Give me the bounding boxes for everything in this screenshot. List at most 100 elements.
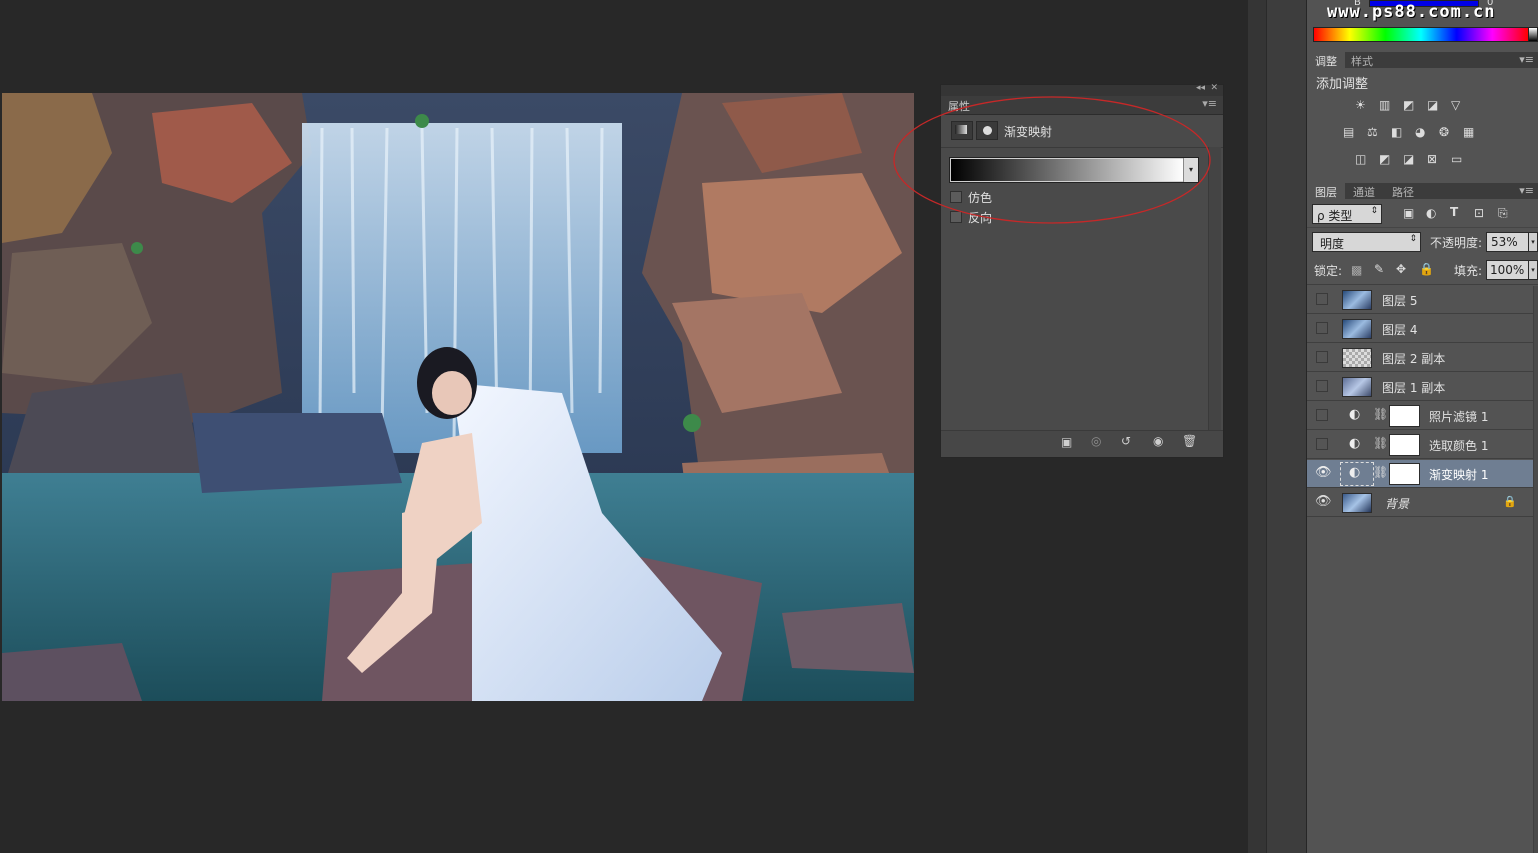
color-panel: B 0 www.ps88.com.cn [1307, 0, 1538, 46]
panel-menu-icon[interactable]: ▾≡ [1519, 53, 1534, 66]
eye-icon[interactable]: 👁 [1315, 494, 1332, 509]
layer-filter-select[interactable]: ρ 类型 ⇕ [1312, 204, 1382, 224]
layer-mask-thumbnail[interactable] [1389, 463, 1420, 485]
layer-mask-thumbnail[interactable] [1389, 405, 1420, 427]
layer-thumbnail [1342, 290, 1372, 310]
adjustment-icons-row-2: ▤ ⚖ ◧ ◕ ❂ ▦ [1343, 125, 1483, 141]
updown-icon: ⇕ [1370, 206, 1378, 216]
filter-smart-object-icon[interactable]: ⎘ [1498, 206, 1508, 221]
link-icon[interactable]: ⛓ [1373, 436, 1388, 450]
layer-row-background[interactable]: 👁 背景 🔒 [1307, 489, 1533, 517]
visibility-toggle[interactable] [1316, 380, 1328, 392]
fill-value: 100% [1490, 263, 1525, 277]
layer-name: 背景 [1385, 497, 1410, 511]
layer-name: 照片滤镜 1 [1429, 410, 1489, 424]
tab-paths[interactable]: 路径 [1392, 184, 1414, 200]
layers-list: 图层 5 图层 4 图层 2 副本 图层 1 副本 ◐ ⛓ 照片滤镜 1 ◐ ⛓… [1307, 286, 1533, 526]
filter-adjustment-icon[interactable]: ◐ [1426, 206, 1436, 220]
bw-ramp[interactable] [1528, 27, 1538, 42]
hue-saturation-icon[interactable]: ▤ [1343, 125, 1358, 139]
layer-row-gradient-map[interactable]: 👁 ◐ ⛓ 渐变映射 1 [1307, 460, 1533, 488]
layer-row-4[interactable]: 图层 4 [1307, 315, 1533, 343]
lock-transparency-icon[interactable]: ▩ [1351, 263, 1362, 277]
tab-layers[interactable]: 图层 [1315, 184, 1337, 200]
watermark-text: www.ps88.com.cn [1327, 2, 1496, 22]
layer-row-5[interactable]: 图层 5 [1307, 286, 1533, 314]
opacity-value: 53% [1491, 235, 1518, 249]
adjustment-layer-icon: ◐ [1349, 407, 1361, 422]
lock-label: 锁定: [1314, 264, 1343, 278]
tab-styles[interactable]: 样式 [1351, 53, 1373, 69]
filter-kind-label: ρ 类型 [1317, 209, 1353, 223]
adjustment-layer-icon: ◐ [1349, 465, 1361, 480]
visibility-toggle[interactable] [1316, 293, 1328, 305]
lock-icon: 🔒 [1503, 495, 1517, 508]
layer-name: 图层 4 [1382, 323, 1418, 337]
invert-icon[interactable]: ◫ [1355, 152, 1370, 166]
brightness-contrast-icon[interactable]: ☀ [1355, 98, 1370, 112]
eye-icon[interactable]: 👁 [1315, 465, 1332, 480]
lock-move-icon[interactable]: ✥ [1396, 262, 1406, 276]
layer-row-1-copy[interactable]: 图层 1 副本 [1307, 373, 1533, 401]
blend-mode-select[interactable]: 明度 ⇕ [1312, 232, 1421, 252]
threshold-icon[interactable]: ◪ [1403, 152, 1418, 166]
fill-input[interactable]: 100% [1486, 260, 1528, 280]
add-adjustment-heading: 添加调整 [1316, 77, 1369, 92]
panel-menu-icon[interactable]: ▾≡ [1519, 184, 1534, 197]
layer-name: 图层 2 副本 [1382, 352, 1446, 366]
visibility-toggle[interactable] [1316, 351, 1328, 363]
layers-scrollbar[interactable] [1533, 286, 1538, 853]
fill-label: 填充: [1454, 264, 1483, 278]
collapsed-dock [1248, 0, 1266, 853]
visibility-toggle[interactable] [1316, 409, 1328, 421]
adjustment-icons-row-3: ◫ ◩ ◪ ⊠ ▭ [1355, 152, 1465, 168]
updown-icon: ⇕ [1409, 234, 1417, 244]
layer-thumbnail [1342, 377, 1372, 397]
visibility-toggle[interactable] [1316, 322, 1328, 334]
lock-paint-icon[interactable]: ✎ [1374, 262, 1384, 276]
annotation-ellipse-gradient [893, 96, 1211, 224]
layer-name: 渐变映射 1 [1429, 468, 1489, 482]
exposure-icon[interactable]: ◪ [1427, 98, 1442, 112]
layer-row-photo-filter[interactable]: ◐ ⛓ 照片滤镜 1 [1307, 402, 1533, 430]
vibrance-icon[interactable]: ▽ [1451, 98, 1466, 112]
right-dock: B 0 www.ps88.com.cn 调整 样式 ▾≡ 添加调整 ☀ ▥ ◩ … [1306, 0, 1538, 853]
curves-icon[interactable]: ◩ [1403, 98, 1418, 112]
levels-icon[interactable]: ▥ [1379, 98, 1394, 112]
filter-type-icon[interactable]: T [1450, 205, 1458, 219]
gradient-map-icon[interactable]: ▭ [1451, 152, 1466, 166]
tool-strip [1266, 0, 1307, 853]
link-icon[interactable]: ⛓ [1373, 407, 1388, 421]
layer-mask-thumbnail[interactable] [1389, 434, 1420, 456]
selective-color-icon[interactable]: ⊠ [1427, 152, 1442, 166]
filter-pixel-icon[interactable]: ▣ [1403, 206, 1414, 220]
visibility-toggle[interactable] [1316, 438, 1328, 450]
layer-thumbnail [1342, 319, 1372, 339]
fill-slider-toggle-icon[interactable]: ▾ [1528, 260, 1538, 280]
tab-channels[interactable]: 通道 [1353, 184, 1375, 200]
posterize-icon[interactable]: ◩ [1379, 152, 1394, 166]
adjustment-layer-icon: ◐ [1349, 436, 1361, 451]
blend-mode-value: 明度 [1320, 237, 1345, 251]
opacity-label: 不透明度: [1430, 236, 1483, 250]
color-balance-icon[interactable]: ⚖ [1367, 125, 1382, 139]
layer-name: 图层 5 [1382, 294, 1418, 308]
opacity-input[interactable]: 53% [1486, 232, 1528, 252]
layer-name: 图层 1 副本 [1382, 381, 1446, 395]
layer-row-selective-color[interactable]: ◐ ⛓ 选取颜色 1 [1307, 431, 1533, 459]
layer-thumbnail [1342, 493, 1372, 513]
link-icon[interactable]: ⛓ [1373, 465, 1388, 479]
opacity-slider-toggle-icon[interactable]: ▾ [1528, 232, 1538, 252]
layers-tabbar: 图层 通道 路径 ▾≡ [1307, 183, 1538, 199]
layer-row-2-copy[interactable]: 图层 2 副本 [1307, 344, 1533, 372]
channel-mixer-icon[interactable]: ❂ [1439, 125, 1454, 139]
adjustment-icons-row-1: ☀ ▥ ◩ ◪ ▽ [1355, 98, 1465, 114]
layer-name: 选取颜色 1 [1429, 439, 1489, 453]
photo-filter-icon[interactable]: ◕ [1415, 125, 1430, 139]
lock-all-icon[interactable]: 🔒 [1419, 262, 1434, 276]
black-white-icon[interactable]: ◧ [1391, 125, 1406, 139]
color-lookup-icon[interactable]: ▦ [1463, 125, 1478, 139]
tab-adjustments[interactable]: 调整 [1315, 53, 1337, 69]
color-ramp[interactable] [1313, 27, 1529, 42]
filter-shape-icon[interactable]: ⊡ [1474, 206, 1484, 220]
